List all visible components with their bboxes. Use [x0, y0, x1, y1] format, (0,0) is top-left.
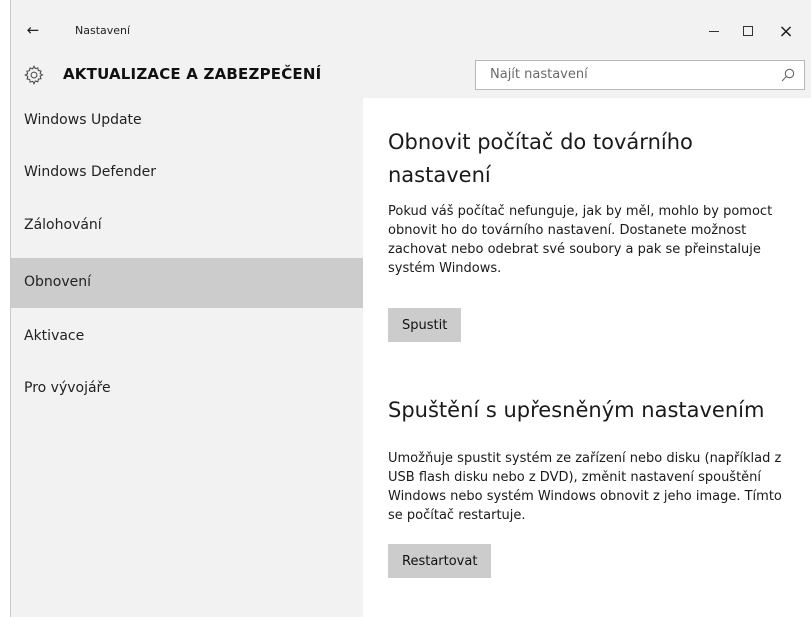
reset-section-title-line1: Obnovit počítač do továrního	[388, 130, 693, 154]
search-placeholder: Najít nastavení	[490, 67, 588, 82]
sidebar: Windows Update Windows Defender Zálohová…	[11, 98, 363, 617]
sidebar-item-label: Aktivace	[24, 328, 85, 344]
close-button[interactable]: ×	[769, 18, 803, 44]
section-title: AKTUALIZACE A ZABEZPEČENÍ	[63, 65, 322, 83]
sidebar-item-recovery[interactable]: Obnovení	[11, 258, 363, 308]
sidebar-item-windows-update[interactable]: Windows Update	[11, 98, 363, 144]
sidebar-item-label: Obnovení	[24, 274, 92, 290]
maximize-icon	[743, 26, 753, 36]
back-arrow-icon[interactable]: ←	[19, 18, 47, 42]
reset-section-title-line2: nastavení	[388, 163, 491, 187]
search-icon[interactable]	[780, 67, 796, 83]
sidebar-item-label: Pro vývojáře	[24, 380, 111, 396]
sidebar-item-backup[interactable]: Zálohování	[11, 203, 363, 249]
title-bar: ← Nastavení ×	[11, 0, 811, 52]
sidebar-item-label: Windows Update	[24, 112, 142, 128]
start-reset-button[interactable]: Spustit	[388, 308, 462, 342]
close-icon: ×	[778, 20, 794, 42]
maximize-button[interactable]	[731, 18, 765, 44]
main-content: Obnovit počítač do továrního nastavení P…	[363, 98, 811, 617]
page-header: AKTUALIZACE A ZABEZPEČENÍ Najít nastaven…	[11, 52, 811, 98]
sidebar-item-activation[interactable]: Aktivace	[11, 314, 363, 360]
advanced-startup-description: Umožňuje spustit systém ze zařízení nebo…	[388, 451, 782, 523]
settings-window: ← Nastavení × AKTUALIZACE A ZABEZPEČENÍ …	[10, 0, 811, 617]
advanced-startup-title: Spuštění s upřesněným nastavením	[388, 398, 765, 422]
search-input[interactable]: Najít nastavení	[475, 60, 805, 90]
gear-icon	[24, 65, 44, 85]
window-title: Nastavení	[75, 24, 131, 37]
sidebar-item-label: Zálohování	[24, 217, 102, 233]
restart-button[interactable]: Restartovat	[388, 544, 492, 578]
minimize-icon	[709, 30, 719, 32]
minimize-button[interactable]	[697, 18, 731, 44]
sidebar-item-for-developers[interactable]: Pro vývojáře	[11, 366, 363, 412]
sidebar-item-windows-defender[interactable]: Windows Defender	[11, 150, 363, 196]
sidebar-item-label: Windows Defender	[24, 164, 157, 180]
reset-description: Pokud váš počítač nefunguje, jak by měl,…	[388, 204, 773, 276]
